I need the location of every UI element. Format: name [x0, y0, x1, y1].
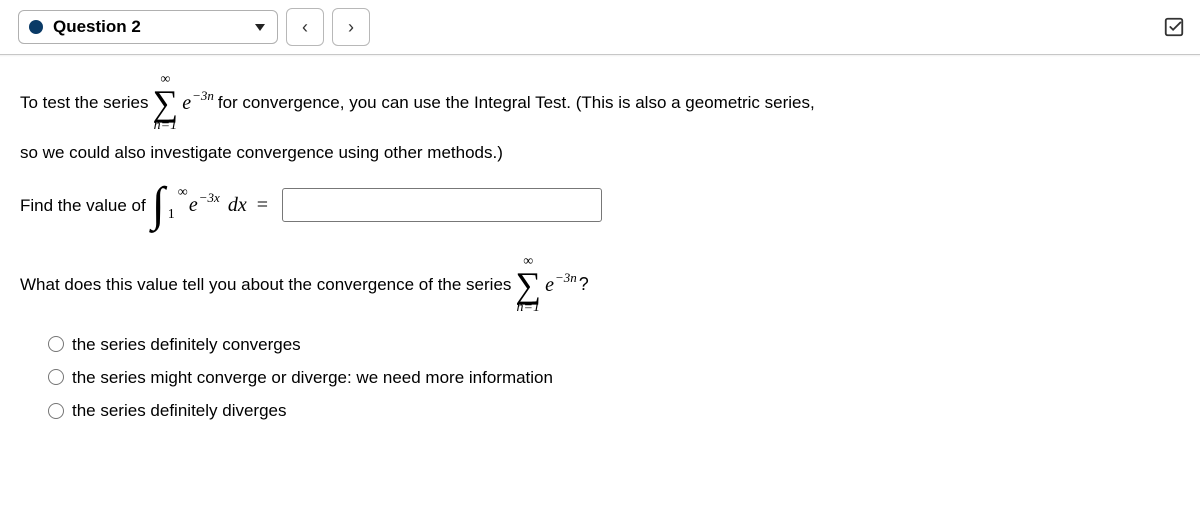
series-term: e−3n: [182, 87, 214, 119]
question-body: To test the series ∞ ∑ n=1 e−3n for conv…: [0, 55, 1200, 440]
edit-check-icon: [1163, 16, 1185, 38]
sum-lower: n=1: [517, 301, 540, 315]
chevron-right-icon: ›: [348, 17, 354, 38]
question-title: Question 2: [53, 17, 141, 37]
edit-button[interactable]: [1160, 13, 1188, 41]
sigma-notation: ∞ ∑ n=1: [515, 255, 541, 315]
chevron-left-icon: ‹: [302, 17, 308, 38]
text-segment: To test the series: [20, 89, 149, 116]
question-mark: ?: [579, 270, 589, 299]
integral-answer-input[interactable]: [282, 188, 602, 222]
next-button[interactable]: ›: [332, 8, 370, 46]
prev-button[interactable]: ‹: [286, 8, 324, 46]
sigma-icon: ∑: [153, 85, 179, 121]
status-dot-icon: [29, 20, 43, 34]
radio-input[interactable]: [48, 336, 64, 352]
text-segment: so we could also investigate convergence…: [20, 139, 503, 166]
integrand: e−3x: [189, 189, 220, 221]
chevron-down-icon: [255, 24, 265, 31]
option-converges[interactable]: the series definitely converges: [48, 331, 1180, 358]
sum-lower: n=1: [154, 119, 177, 133]
dx: dx: [228, 189, 247, 221]
radio-input[interactable]: [48, 403, 64, 419]
integral-icon: ∫: [152, 186, 165, 224]
equals-sign: =: [257, 189, 268, 221]
integral-notation: ∫ ∞ 1: [152, 186, 165, 224]
text-segment: Find the value of: [20, 192, 146, 219]
int-upper: ∞: [178, 182, 188, 204]
radio-input[interactable]: [48, 369, 64, 385]
series-term: e−3n: [545, 269, 577, 301]
option-label: the series definitely diverges: [72, 397, 287, 424]
question-header: Question 2 ‹ ›: [0, 0, 1200, 55]
int-lower: 1: [168, 204, 175, 226]
text-segment: What does this value tell you about the …: [20, 271, 511, 298]
option-label: the series definitely converges: [72, 331, 301, 358]
option-inconclusive[interactable]: the series might converge or diverge: we…: [48, 364, 1180, 391]
sigma-icon: ∑: [515, 267, 541, 303]
option-label: the series might converge or diverge: we…: [72, 364, 553, 391]
sigma-notation: ∞ ∑ n=1: [153, 73, 179, 133]
convergence-options: the series definitely converges the seri…: [48, 331, 1180, 425]
text-segment: for convergence, you can use the Integra…: [218, 89, 815, 116]
question-selector[interactable]: Question 2: [18, 10, 278, 44]
option-diverges[interactable]: the series definitely diverges: [48, 397, 1180, 424]
